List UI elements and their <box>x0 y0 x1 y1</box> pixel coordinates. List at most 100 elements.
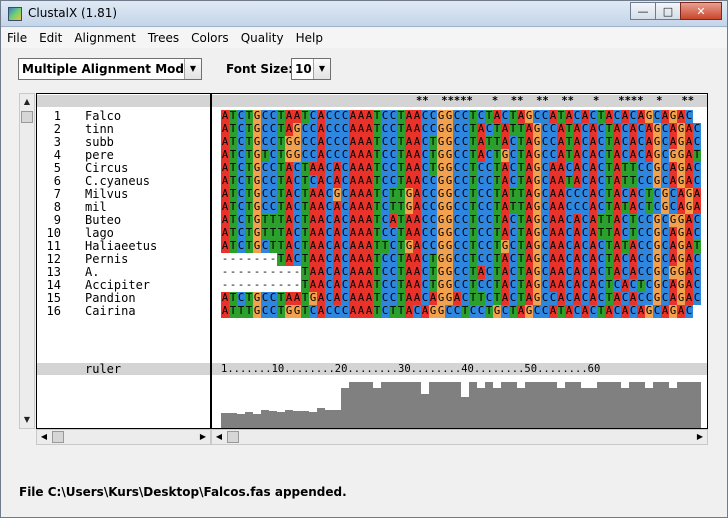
residue: C <box>693 279 701 292</box>
residue: A <box>613 227 621 240</box>
quality-bar <box>573 382 581 428</box>
residue: T <box>517 188 525 201</box>
residue: T <box>245 162 253 175</box>
residue: A <box>501 227 509 240</box>
residue: A <box>317 162 325 175</box>
residue: C <box>389 136 397 149</box>
sequence-row[interactable]: -------TACTAACACAAATCCTAACTGGCCTCCTACTAG… <box>221 253 701 266</box>
residue: C <box>461 162 469 175</box>
residue: A <box>549 253 557 266</box>
close-button[interactable]: ✕ <box>680 2 722 20</box>
residue: A <box>621 279 629 292</box>
scroll-left-icon[interactable]: ◀ <box>37 430 51 444</box>
sequence-row[interactable]: ATTTGCCTGGTCACCCAAATCTTACAGGCCTCCTGCTAGC… <box>221 305 693 318</box>
sequence-row[interactable]: ATCTGTTTACTAACACAAATCATAACCGGCCTCCTACTAG… <box>221 214 701 227</box>
sequence-row[interactable]: ATCTGTTTACTAACACAAATCCTAACCGGCCTCCTACTAG… <box>221 227 701 240</box>
menu-colors[interactable]: Colors <box>185 28 235 48</box>
residue: C <box>421 279 429 292</box>
menu-trees[interactable]: Trees <box>142 28 185 48</box>
title-bar[interactable]: ClustalX (1.81) — □ ✕ <box>1 1 727 27</box>
residue: C <box>389 149 397 162</box>
residue: C <box>477 279 485 292</box>
vertical-scrollbar[interactable]: ▲ ▼ <box>19 93 35 429</box>
residue: C <box>645 162 653 175</box>
scroll-down-icon[interactable]: ▼ <box>20 412 34 428</box>
alignment-scroll-thumb[interactable] <box>227 431 239 443</box>
residue: C <box>597 149 605 162</box>
residue: T <box>469 175 477 188</box>
residue: T <box>461 305 469 318</box>
residue: T <box>605 227 613 240</box>
residue: A <box>629 253 637 266</box>
residue: A <box>317 188 325 201</box>
residue: A <box>317 149 325 162</box>
sequence-row[interactable]: ATCTGTCTGGCCACCCAAATCCTAACTGGCCTACTGCTAG… <box>221 149 701 162</box>
sequence-row[interactable]: ATCTGCCTAATCACCCAAATCCTAACCGGCCTCTACTAGC… <box>221 110 693 123</box>
sequence-row[interactable]: ATCTGCCTACTCACACAAATCCTAACCGGCCTCCTACTAG… <box>221 175 701 188</box>
residue: T <box>269 214 277 227</box>
minimize-button[interactable]: — <box>630 2 656 20</box>
scroll-right-icon[interactable]: ▶ <box>196 430 210 444</box>
residue: G <box>445 227 453 240</box>
residue: C <box>501 110 509 123</box>
residue: A <box>621 305 629 318</box>
alignment-horizontal-scrollbar[interactable]: ◀ ▶ <box>211 429 708 445</box>
residue: G <box>437 110 445 123</box>
residue: T <box>277 110 285 123</box>
font-size-select[interactable]: 10 ▼ <box>291 58 331 80</box>
menu-edit[interactable]: Edit <box>33 28 68 48</box>
residue: A <box>525 240 533 253</box>
alignment-pane[interactable]: ** ***** * ** ** ** * **** * ** ** * ** … <box>211 93 708 429</box>
maximize-button[interactable]: □ <box>655 2 681 20</box>
menu-help[interactable]: Help <box>290 28 329 48</box>
sequence-row[interactable]: ATCTGCCTACTAACGCAAATCTTGACCGGCCTCCTATTAG… <box>221 188 701 201</box>
scroll-up-icon[interactable]: ▲ <box>20 94 34 110</box>
residue: A <box>413 123 421 136</box>
residue: A <box>589 162 597 175</box>
residue: C <box>485 279 493 292</box>
sequence-row[interactable]: ATCTGCCTGGCCACCCAAATCCTAACTGGCCTATTACTAG… <box>221 136 701 149</box>
sequence-row[interactable]: ----------TAACACAAATCCTAACTGGCCTACTACTAG… <box>221 266 701 279</box>
sequence-row[interactable]: ATCTGCTTACTAACACAAATTCTGACCGGCCTCCTGCTAG… <box>221 240 701 253</box>
menu-bar: File Edit Alignment Trees Colors Quality… <box>1 28 727 48</box>
residue: T <box>229 201 237 214</box>
residue: C <box>453 110 461 123</box>
sequence-row[interactable]: ATCTGCCTACTAACACAAATCCTAACTGGCCTCCTACTAG… <box>221 162 701 175</box>
residue: A <box>613 266 621 279</box>
scroll-right-icon[interactable]: ▶ <box>693 430 707 444</box>
residue: A <box>685 162 693 175</box>
sequence-row[interactable]: ATCTGCCTAATGACACAAATCCTAACAGGACTTCTACTAG… <box>221 292 701 305</box>
names-horizontal-scrollbar[interactable]: ◀ ▶ <box>36 429 211 445</box>
quality-bar <box>421 394 429 428</box>
residue: C <box>597 266 605 279</box>
menu-alignment[interactable]: Alignment <box>68 28 141 48</box>
residue: T <box>517 149 525 162</box>
residue: G <box>645 110 653 123</box>
residue: A <box>525 136 533 149</box>
residue: C <box>621 292 629 305</box>
clustalx-app-icon <box>8 7 22 21</box>
residue: T <box>477 292 485 305</box>
sequence-row[interactable]: ATCTGCCTAGCCACCCAAATCCTAACCGGCCTACTATTAG… <box>221 123 701 136</box>
residue: T <box>277 136 285 149</box>
residue: C <box>477 201 485 214</box>
residue: T <box>229 162 237 175</box>
residue: A <box>669 292 677 305</box>
residue: C <box>661 214 669 227</box>
scroll-left-icon[interactable]: ◀ <box>212 430 226 444</box>
vertical-scroll-thumb[interactable] <box>21 111 33 123</box>
residue: C <box>621 266 629 279</box>
residue: T <box>629 227 637 240</box>
residue: A <box>405 279 413 292</box>
menu-quality[interactable]: Quality <box>235 28 290 48</box>
sequence-row[interactable]: ATCTGCCTACTAACACAAATCTTGACCGGCCTCCTATTAG… <box>221 201 701 214</box>
residue: T <box>493 136 501 149</box>
sequence-row[interactable]: ----------TAACACAAATCCTAACTGGCCTCCTACTAG… <box>221 279 701 292</box>
menu-file[interactable]: File <box>1 28 33 48</box>
residue: A <box>573 253 581 266</box>
names-scroll-thumb[interactable] <box>52 431 64 443</box>
quality-bar <box>605 382 613 428</box>
alignment-mode-select[interactable]: Multiple Alignment Mode ▼ <box>18 58 202 80</box>
residue: A <box>573 162 581 175</box>
residue: C <box>381 110 389 123</box>
